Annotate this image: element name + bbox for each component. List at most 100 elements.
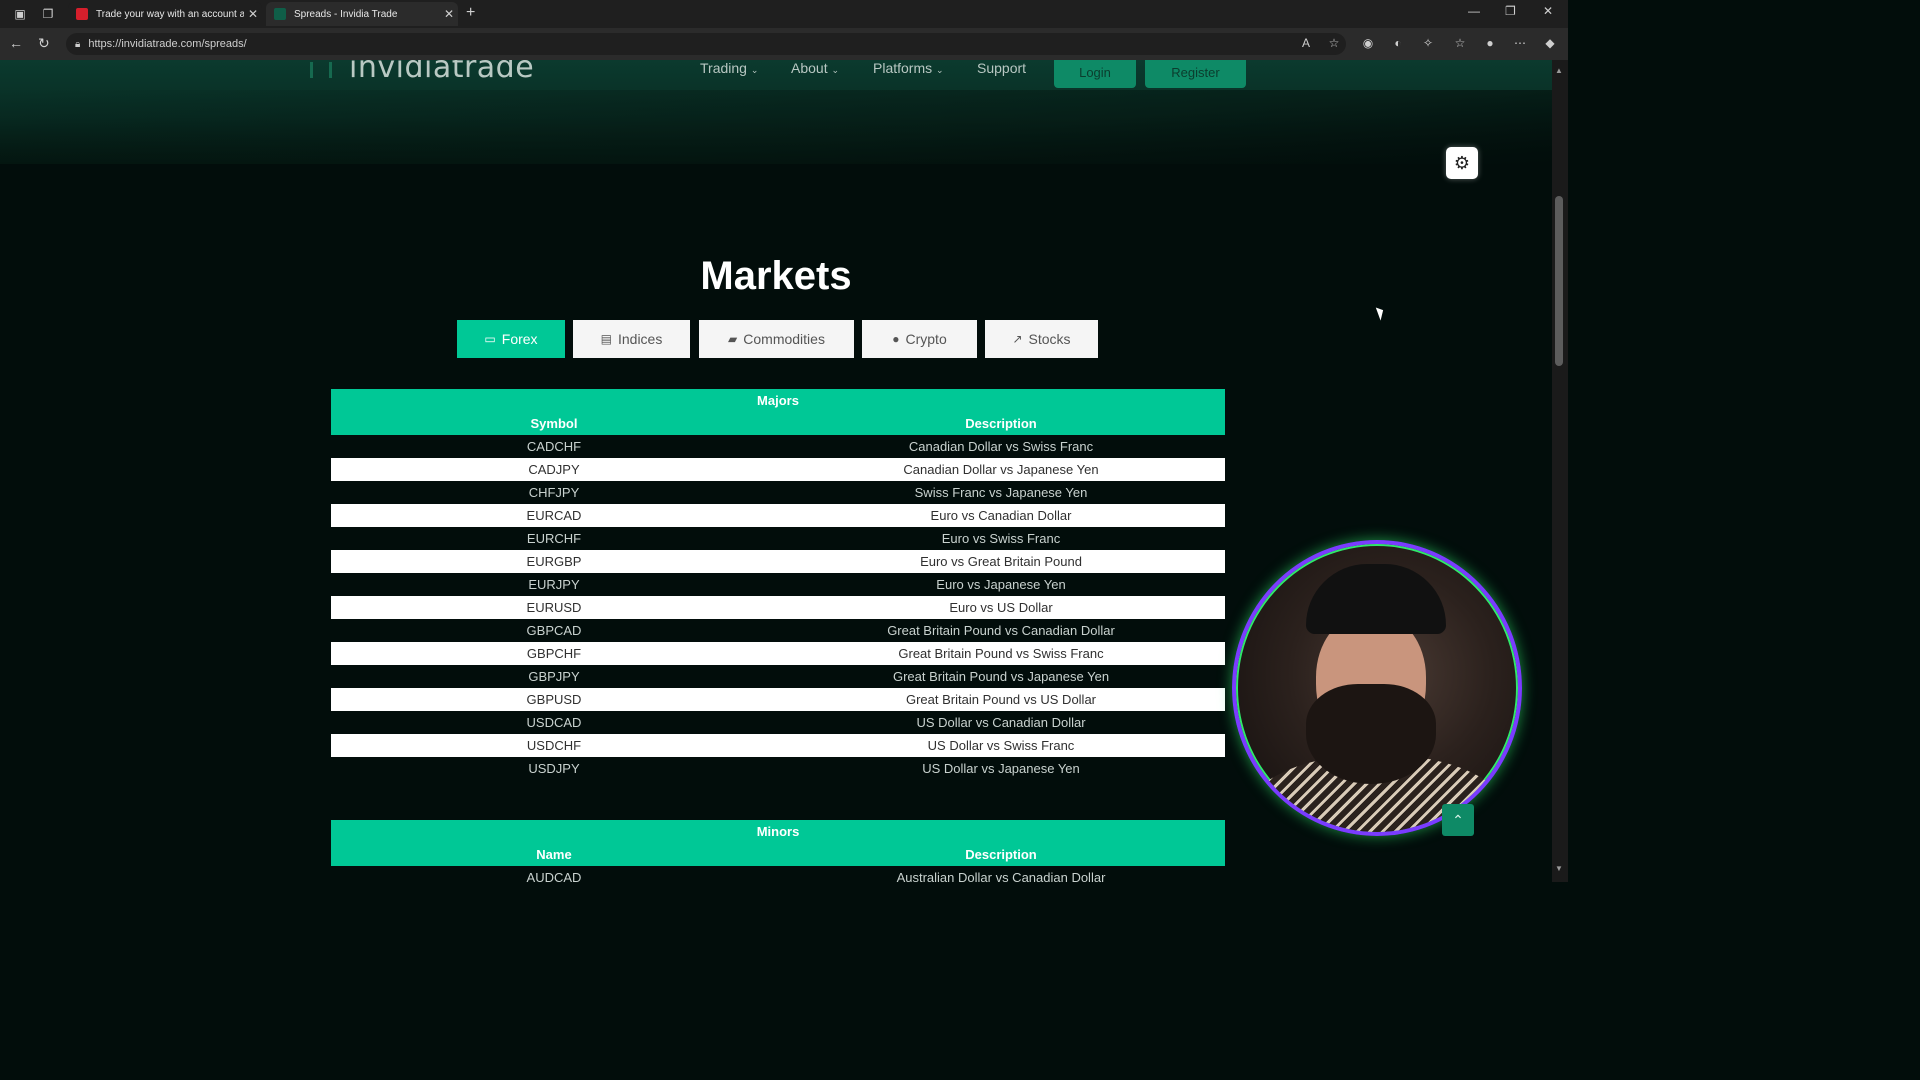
cell-description: Swiss Franc vs Japanese Yen [914, 485, 1088, 500]
tab-favicon [76, 8, 88, 20]
nav-platforms[interactable]: Platforms ⌄ [873, 60, 944, 76]
cell-description: Euro vs US Dollar [949, 600, 1053, 615]
nav-label: About [791, 60, 828, 76]
close-icon[interactable]: ✕ [244, 7, 262, 21]
cell-symbol: USDJPY [528, 761, 580, 776]
table-group-title: Minors [756, 824, 800, 839]
nav-label: Support [977, 60, 1027, 76]
table-row: AUDCAD Australian Dollar vs Canadian Doll… [331, 866, 1225, 882]
table-row: CADCHF Canadian Dollar vs Swiss Franc [331, 435, 1225, 458]
table-row: USDCAD US Dollar vs Canadian Dollar [331, 711, 1225, 734]
url-text: https://invidiatrade.com/spreads/ [88, 38, 247, 50]
tab-label: Stocks [1028, 331, 1071, 347]
login-button[interactable]: Login [1054, 60, 1136, 88]
back-icon[interactable]: ← [9, 35, 23, 51]
logo-mark-icon [310, 62, 332, 78]
table-header: Minors Name Description [331, 820, 1225, 866]
table-body: CADCHF Canadian Dollar vs Swiss Franc CADJ… [331, 435, 1225, 780]
tab-title: Trade your way with an account a [96, 8, 244, 20]
table-header: Majors Symbol Description [331, 389, 1225, 435]
table-row: USDCHF US Dollar vs Swiss Franc [331, 734, 1225, 757]
table-body: AUDCAD Australian Dollar vs Canadian Doll… [331, 866, 1225, 882]
chevron-down-icon: ⌄ [750, 65, 759, 75]
settings-gear-icon[interactable]: ⚙ [1446, 147, 1478, 179]
minimize-icon[interactable]: — [1468, 4, 1480, 18]
cell-symbol: EURGBP [526, 554, 582, 569]
page-title: Markets [700, 254, 852, 298]
cell-description: Euro vs Swiss Franc [941, 531, 1061, 546]
site-logo[interactable]: invidiatrade [349, 60, 534, 85]
table-row: CHFJPY Swiss Franc vs Japanese Yen [331, 481, 1225, 504]
tab-forex[interactable]: ▭ Forex [457, 320, 565, 358]
cell-symbol: CADCHF [526, 439, 582, 454]
browser-tab-1[interactable]: Trade your way with an account a ✕ [68, 2, 262, 26]
table-row: EURJPY Euro vs Japanese Yen [331, 573, 1225, 596]
tab-actions-icon[interactable]: ❐ [40, 6, 56, 22]
page-scrollbar[interactable]: ▲ ▼ [1552, 60, 1568, 882]
tab-indices[interactable]: ▤ Indices [573, 320, 690, 358]
cell-description: Great Britain Pound vs Swiss Franc [898, 646, 1104, 661]
read-aloud-icon[interactable]: A [1298, 36, 1314, 52]
favorites-icon[interactable]: ☆ [1452, 36, 1468, 52]
cell-symbol: EURCHF [526, 531, 582, 546]
tab-commodities[interactable]: ▰ Commodities [699, 320, 854, 358]
cell-symbol: GBPJPY [528, 669, 580, 684]
table-row: GBPUSD Great Britain Pound vs US Dollar [331, 688, 1225, 711]
table-row: EURCAD Euro vs Canadian Dollar [331, 504, 1225, 527]
column-header-symbol: Symbol [530, 416, 578, 431]
extension-icon[interactable]: ◐ [1390, 36, 1406, 52]
nav-about[interactable]: About ⌄ [791, 60, 839, 76]
extension-shield-icon[interactable]: ◉ [1360, 36, 1376, 52]
cell-description: Canadian Dollar vs Japanese Yen [903, 462, 1099, 477]
register-button[interactable]: Register [1145, 60, 1246, 88]
new-tab-icon[interactable]: + [466, 4, 475, 22]
table-row: EURCHF Euro vs Swiss Franc [331, 527, 1225, 550]
back-to-top-chevron-up-icon[interactable]: ⌃ [1442, 804, 1474, 836]
scroll-up-icon[interactable]: ▲ [1555, 66, 1563, 75]
scroll-down-icon[interactable]: ▼ [1555, 864, 1563, 873]
profile-avatar-icon[interactable]: ● [1482, 36, 1498, 52]
refresh-icon[interactable]: ↻ [38, 35, 50, 52]
favorite-star-icon[interactable]: ☆ [1326, 36, 1342, 52]
table-row: GBPCHF Great Britain Pound vs Swiss Franc [331, 642, 1225, 665]
tab-stocks[interactable]: ↗ Stocks [985, 320, 1098, 358]
browser-tab-2[interactable]: Spreads - Invidia Trade ✕ [266, 2, 458, 26]
header-hero: invidiatrade Trading ⌄ About ⌄ Platforms… [0, 60, 1552, 164]
cell-symbol: USDCHF [526, 738, 582, 753]
hero-shade [0, 90, 1552, 164]
nav-support[interactable]: Support [977, 60, 1026, 76]
url-field[interactable]: 🔒︎ https://invidiatrade.com/spreads/ [66, 33, 1346, 55]
cell-description: US Dollar vs Japanese Yen [922, 761, 1080, 776]
cell-description: Euro vs Japanese Yen [936, 577, 1066, 592]
webcam-overlay [1232, 540, 1522, 836]
scroll-icon: ▤ [600, 332, 612, 346]
majors-table: Majors Symbol Description CADCHF Canadian… [331, 389, 1225, 780]
money-icon: ▭ [484, 332, 496, 346]
more-menu-icon[interactable]: ⋯ [1512, 36, 1528, 52]
chart-line-icon: ↗ [1012, 332, 1023, 346]
close-icon[interactable]: ✕ [440, 7, 458, 21]
cell-description: US Dollar vs Canadian Dollar [916, 715, 1086, 730]
chevron-down-icon: ⌄ [831, 65, 840, 75]
tab-label: Indices [617, 331, 663, 347]
webcam-person-beard [1306, 684, 1436, 784]
nav-label: Trading [700, 60, 747, 76]
tab-crypto[interactable]: ● Crypto [862, 320, 977, 358]
copilot-icon[interactable]: ◆ [1542, 36, 1558, 52]
table-row: EURGBP Euro vs Great Britain Pound [331, 550, 1225, 573]
table-row: GBPCAD Great Britain Pound vs Canadian Do… [331, 619, 1225, 642]
cell-symbol: CHFJPY [528, 485, 580, 500]
window-close-icon[interactable]: ✕ [1543, 4, 1553, 18]
table-row: GBPJPY Great Britain Pound vs Japanese Ye… [331, 665, 1225, 688]
restore-icon[interactable]: ❐ [1505, 4, 1516, 18]
scroll-thumb[interactable] [1555, 196, 1563, 366]
minors-table: Minors Name Description AUDCAD Australian… [331, 820, 1225, 882]
extensions-puzzle-icon[interactable]: ✧ [1420, 36, 1436, 52]
cell-description: Great Britain Pound vs Japanese Yen [892, 669, 1110, 684]
address-bar-row: ← ↻ 🔒︎ https://invidiatrade.com/spreads/… [0, 28, 1568, 60]
cell-description: Great Britain Pound vs Canadian Dollar [887, 623, 1115, 638]
cell-description: Great Britain Pound vs US Dollar [905, 692, 1097, 707]
workspaces-icon[interactable]: ▣ [12, 6, 28, 22]
cell-symbol: GBPCAD [526, 623, 582, 638]
nav-trading[interactable]: Trading ⌄ [700, 60, 758, 76]
